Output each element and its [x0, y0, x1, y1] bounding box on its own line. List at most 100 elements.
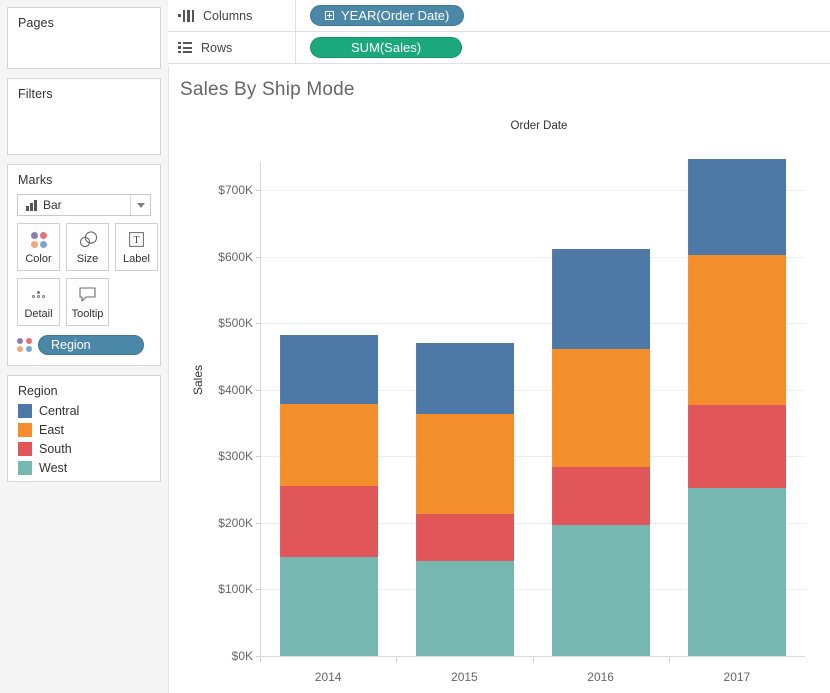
mark-type-dropdown[interactable]: Bar [17, 194, 151, 216]
bar-mark-icon [26, 200, 37, 211]
stacked-bar[interactable] [280, 335, 378, 656]
columns-shelf[interactable]: Columns YEAR(Order Date) [168, 0, 830, 32]
legend-item-central[interactable]: Central [8, 401, 160, 420]
marks-label-button[interactable]: T Label [115, 223, 158, 271]
x-axis-tick-label: 2014 [260, 657, 396, 693]
marks-card-title: Marks [8, 165, 160, 187]
svg-text:T: T [133, 235, 139, 246]
marks-color-label: Color [25, 253, 51, 265]
y-axis-tick-label: $600K [218, 250, 261, 264]
legend-title: Region [8, 376, 160, 401]
columns-shelf-label-box: Columns [168, 0, 296, 31]
x-axis: 2014201520162017 [260, 656, 805, 693]
pill-year-order-date-text: YEAR(Order Date) [341, 8, 449, 23]
column-header-text: Order Date [511, 120, 568, 132]
marks-label-label: Label [123, 253, 150, 265]
plot-area: $0K$100K$200K$300K$400K$500K$600K$700K [260, 162, 805, 656]
pages-card-title: Pages [8, 8, 160, 30]
marks-tooltip-button[interactable]: Tooltip [66, 278, 109, 326]
bar-segment-central[interactable] [280, 335, 378, 404]
filters-card[interactable]: Filters [7, 78, 161, 155]
bar-slot [669, 162, 805, 656]
bar-segment-east[interactable] [688, 255, 786, 405]
y-axis-tick-label: $300K [218, 449, 261, 463]
rows-shelf[interactable]: Rows SUM(Sales) [168, 32, 830, 64]
y-axis-tick-label: $100K [218, 582, 261, 596]
legend-label-east: East [39, 423, 64, 437]
legend-swatch-east [18, 423, 32, 437]
bar-segment-south[interactable] [416, 514, 514, 561]
marks-size-button[interactable]: Size [66, 223, 109, 271]
bar-segment-east[interactable] [416, 414, 514, 513]
label-t-icon: T [129, 230, 144, 250]
bar-segment-west[interactable] [688, 488, 786, 656]
legend-swatch-west [18, 461, 32, 475]
bar-segment-south[interactable] [280, 486, 378, 558]
pages-card[interactable]: Pages [7, 7, 161, 69]
chevron-down-icon[interactable] [130, 195, 150, 215]
bar-segment-west[interactable] [416, 561, 514, 656]
bar-segment-south[interactable] [688, 405, 786, 488]
region-color-legend: Region Central East South West [7, 375, 161, 482]
bar-segment-east[interactable] [280, 404, 378, 485]
worksheet-title: Sales By Ship Mode [180, 79, 355, 101]
pill-sum-sales-text: SUM(Sales) [351, 40, 421, 55]
pill-sum-sales[interactable]: SUM(Sales) [310, 37, 462, 58]
y-axis-tick-label: $500K [218, 316, 261, 330]
stacked-bar[interactable] [688, 159, 786, 656]
filters-card-title: Filters [8, 79, 160, 101]
color-dots-icon [31, 230, 47, 250]
columns-icon [178, 10, 194, 22]
bar-segment-south[interactable] [552, 467, 650, 525]
marks-color-button[interactable]: Color [17, 223, 60, 271]
legend-item-south[interactable]: South [8, 439, 160, 458]
marks-detail-label: Detail [24, 308, 52, 320]
x-axis-tick-label: 2016 [533, 657, 669, 693]
detail-dots-icon [32, 285, 46, 305]
mark-type-value: Bar [43, 198, 62, 212]
bar-slot [533, 162, 669, 656]
legend-item-west[interactable]: West [8, 458, 160, 477]
marks-buttons-row-1: Color Size T [17, 223, 160, 271]
stacked-bar[interactable] [416, 343, 514, 656]
y-axis-tick-label: $700K [218, 183, 261, 197]
y-axis-title: Sales [191, 364, 205, 394]
legend-swatch-central [18, 404, 32, 418]
visualization-canvas: Sales By Ship Mode Order Date Sales $0K$… [168, 66, 830, 693]
marks-size-label: Size [77, 253, 98, 265]
marks-buttons-row-2: Detail Tooltip [17, 278, 160, 326]
x-axis-tick-label: 2017 [669, 657, 805, 693]
bar-segment-west[interactable] [280, 557, 378, 656]
color-dots-icon [17, 338, 33, 352]
y-axis-tick-label: $200K [218, 516, 261, 530]
legend-swatch-south [18, 442, 32, 456]
marks-card: Marks Bar Color [7, 164, 161, 366]
bar-segment-east[interactable] [552, 349, 650, 467]
rows-shelf-label: Rows [201, 41, 232, 55]
left-shelf-panel: Pages Filters Marks Bar [0, 0, 168, 693]
bar-slot [397, 162, 533, 656]
bar-segment-central[interactable] [688, 159, 786, 255]
stacked-bar[interactable] [552, 249, 650, 656]
legend-label-west: West [39, 461, 67, 475]
bar-segment-west[interactable] [552, 525, 650, 656]
legend-label-central: Central [39, 404, 79, 418]
bar-segment-central[interactable] [416, 343, 514, 414]
legend-label-south: South [39, 442, 72, 456]
bars-layer [261, 162, 805, 656]
marks-detail-button[interactable]: Detail [17, 278, 60, 326]
rows-shelf-label-box: Rows [168, 32, 296, 63]
expand-plus-icon[interactable] [325, 11, 334, 20]
legend-item-east[interactable]: East [8, 420, 160, 439]
columns-shelf-label: Columns [203, 9, 252, 23]
marks-color-encoding-row: Region [17, 335, 160, 355]
marks-tooltip-label: Tooltip [72, 308, 104, 320]
x-axis-tick-label: 2015 [396, 657, 532, 693]
bar-segment-central[interactable] [552, 249, 650, 349]
tableau-worksheet: Pages Filters Marks Bar [0, 0, 830, 693]
marks-region-pill[interactable]: Region [38, 335, 144, 355]
bar-slot [261, 162, 397, 656]
rows-icon [178, 42, 192, 54]
size-circles-icon [78, 230, 98, 250]
pill-year-order-date[interactable]: YEAR(Order Date) [310, 5, 464, 26]
